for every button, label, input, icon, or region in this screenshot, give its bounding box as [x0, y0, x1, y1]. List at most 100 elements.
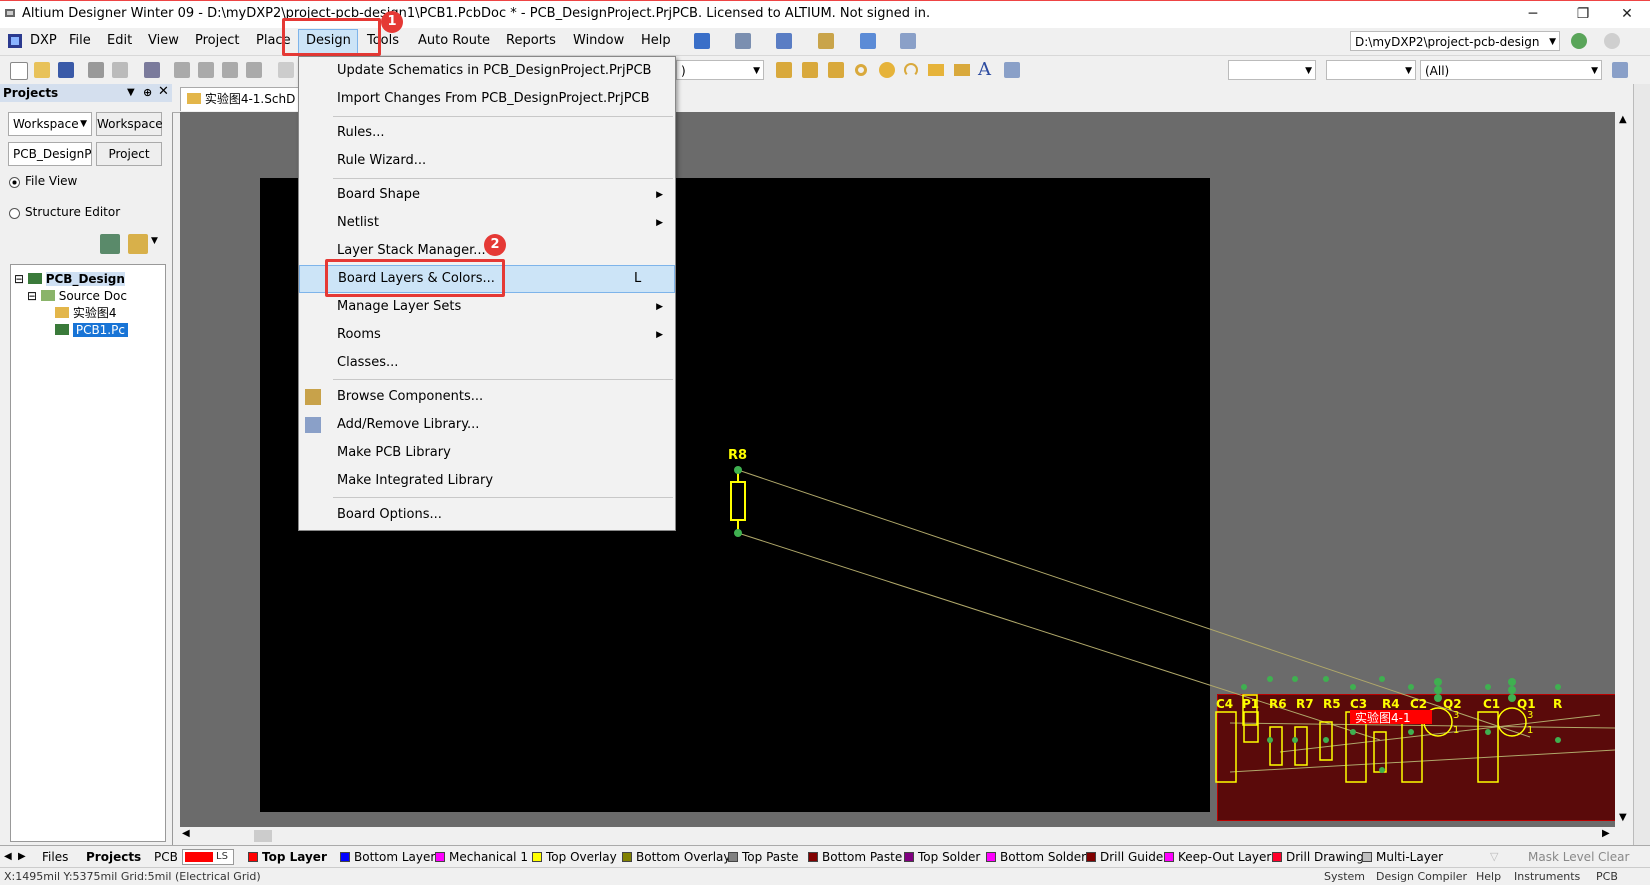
maximize-button[interactable]: ❐ [1560, 1, 1606, 28]
panel-tab-pcb[interactable]: PCB [154, 849, 178, 865]
project-options-icon[interactable] [128, 234, 148, 254]
tree-pcb-row[interactable]: PCB1.Pc [55, 322, 159, 338]
forward-icon[interactable] [1604, 33, 1620, 49]
ls-button[interactable]: LS [182, 849, 234, 865]
minimize-button[interactable]: ─ [1510, 1, 1556, 28]
scroll-right-icon[interactable]: ▶ [1602, 828, 1610, 839]
filter-apply-icon[interactable] [1612, 62, 1628, 78]
layer-tab-top-solder[interactable]: Top Solder [904, 849, 980, 865]
scroll-down-icon[interactable]: ▼ [1619, 812, 1627, 823]
zoom-filter-icon[interactable] [246, 62, 262, 78]
back-icon[interactable] [1571, 33, 1587, 49]
layer-tab-bottom-solder[interactable]: Bottom Solder [986, 849, 1086, 865]
wire-tool-icon[interactable] [694, 33, 710, 49]
r6-outline[interactable] [1269, 726, 1283, 766]
zoom-area-icon[interactable] [198, 62, 214, 78]
menu-project[interactable]: Project [195, 33, 239, 48]
r7-outline[interactable] [1294, 726, 1308, 766]
menu-file[interactable]: File [69, 33, 91, 48]
panel-menu-icon[interactable]: ▼ [127, 84, 135, 102]
workspace-combo[interactable]: Workspace ▼ [8, 112, 92, 136]
multi-route-icon[interactable] [828, 62, 844, 78]
status-design-compiler[interactable]: Design Compiler [1376, 868, 1467, 885]
filter-combo[interactable]: (All) ▼ [1420, 60, 1602, 80]
project-button[interactable]: Project [96, 142, 162, 166]
panel-tab-files[interactable]: Files [42, 849, 68, 865]
layers-icon[interactable] [144, 62, 160, 78]
tabs-right-icon[interactable]: ▶ [18, 849, 26, 865]
project-field[interactable]: PCB_DesignPr [8, 142, 92, 166]
menu-item-classes[interactable]: Classes... [299, 349, 675, 377]
zoom-fit-icon[interactable] [174, 62, 190, 78]
panel-tab-projects[interactable]: Projects [86, 849, 141, 865]
layer-tab-multi-layer[interactable]: Multi-Layer [1362, 849, 1443, 865]
menu-view[interactable]: View [148, 33, 179, 48]
pad-icon[interactable] [855, 64, 867, 76]
menu-item-manage-layer-sets[interactable]: Manage Layer Sets ▶ [299, 293, 675, 321]
layer-tab-top-layer[interactable]: Top Layer [248, 849, 327, 865]
mask-level-button[interactable]: Mask Level [1528, 849, 1594, 865]
clear-button[interactable]: Clear [1598, 849, 1629, 865]
r8-pad[interactable] [734, 529, 742, 537]
menu-edit[interactable]: Edit [107, 33, 132, 48]
new-file-icon[interactable] [10, 62, 28, 80]
status-instruments[interactable]: Instruments [1514, 868, 1580, 885]
close-panel-icon[interactable]: ✕ [158, 83, 169, 101]
layer-tab-keep-out-layer[interactable]: Keep-Out Layer [1164, 849, 1271, 865]
layer-tab-drill-guide[interactable]: Drill Guide [1086, 849, 1163, 865]
layer-tab-top-paste[interactable]: Top Paste [728, 849, 798, 865]
right-panel-strip[interactable] [1633, 84, 1650, 854]
tree-schematic-row[interactable]: 实验图4 [55, 305, 116, 321]
layer-tab-bottom-overlay[interactable]: Bottom Overlay [622, 849, 730, 865]
align-tool-icon[interactable] [735, 33, 751, 49]
scroll-thumb[interactable] [254, 830, 272, 842]
arc-icon[interactable] [904, 63, 918, 77]
open-folder-icon[interactable] [34, 62, 50, 78]
subclass-combo[interactable]: ▼ [1326, 60, 1416, 80]
menu-item-board-options[interactable]: Board Options... [299, 501, 675, 529]
path-combo[interactable]: D:\myDXP2\project-pcb-design ▼ [1350, 31, 1560, 51]
interactive-route-icon[interactable] [776, 62, 792, 78]
menu-reports[interactable]: Reports [506, 33, 556, 48]
q1-outline[interactable] [1497, 707, 1527, 737]
menu-item-netlist[interactable]: Netlist ▶ [299, 209, 675, 237]
zoom-selected-icon[interactable] [222, 62, 238, 78]
layer-tab-bottom-layer[interactable]: Bottom Layer [340, 849, 435, 865]
print-preview-icon[interactable] [112, 62, 128, 78]
menu-auto-route[interactable]: Auto Route [418, 33, 490, 48]
status-pcb[interactable]: PCB [1596, 868, 1618, 885]
layer-tab-mechanical-1[interactable]: Mechanical 1 [435, 849, 528, 865]
fill-icon[interactable] [928, 64, 944, 76]
layer-tab-bottom-paste[interactable]: Bottom Paste [808, 849, 902, 865]
layer-tab-top-overlay[interactable]: Top Overlay [532, 849, 617, 865]
compile-icon[interactable] [100, 234, 120, 254]
menu-item-rules[interactable]: Rules... [299, 119, 675, 147]
menu-item-browse-components[interactable]: Browse Components... [299, 383, 675, 411]
p1-outline[interactable] [1243, 711, 1259, 743]
menu-item-rooms[interactable]: Rooms ▶ [299, 321, 675, 349]
text-tool-icon[interactable] [776, 33, 792, 49]
menu-item-import-changes[interactable]: Import Changes From PCB_DesignProject.Pr… [299, 85, 675, 113]
filter-icon[interactable]: ▽ [1490, 849, 1498, 865]
menu-window[interactable]: Window [573, 33, 624, 48]
via-icon[interactable] [879, 62, 895, 78]
vertical-scrollbar[interactable]: ▲ ▼ [1615, 112, 1633, 827]
tree-project-row[interactable]: ⊟ PCB_Design [14, 271, 125, 287]
cut-icon[interactable] [278, 62, 294, 78]
r8-outline[interactable] [730, 481, 746, 521]
class-combo[interactable]: ▼ [1228, 60, 1316, 80]
menu-item-make-integrated-library[interactable]: Make Integrated Library [299, 467, 675, 495]
tabs-left-icon[interactable]: ◀ [4, 849, 12, 865]
room-tool-icon[interactable] [860, 33, 876, 49]
status-help[interactable]: Help [1476, 868, 1501, 885]
workspace-button[interactable]: Workspace [96, 112, 163, 136]
menu-item-rule-wizard[interactable]: Rule Wizard... [299, 147, 675, 175]
r8-pad[interactable] [734, 466, 742, 474]
menu-item-board-shape[interactable]: Board Shape ▶ [299, 181, 675, 209]
file-view-radio[interactable] [9, 177, 20, 188]
menu-item-add-remove-library[interactable]: Add/Remove Library... [299, 411, 675, 439]
save-icon[interactable] [58, 62, 74, 78]
scroll-up-icon[interactable]: ▲ [1619, 114, 1627, 125]
menu-item-make-pcb-library[interactable]: Make PCB Library [299, 439, 675, 467]
status-system[interactable]: System [1324, 868, 1365, 885]
